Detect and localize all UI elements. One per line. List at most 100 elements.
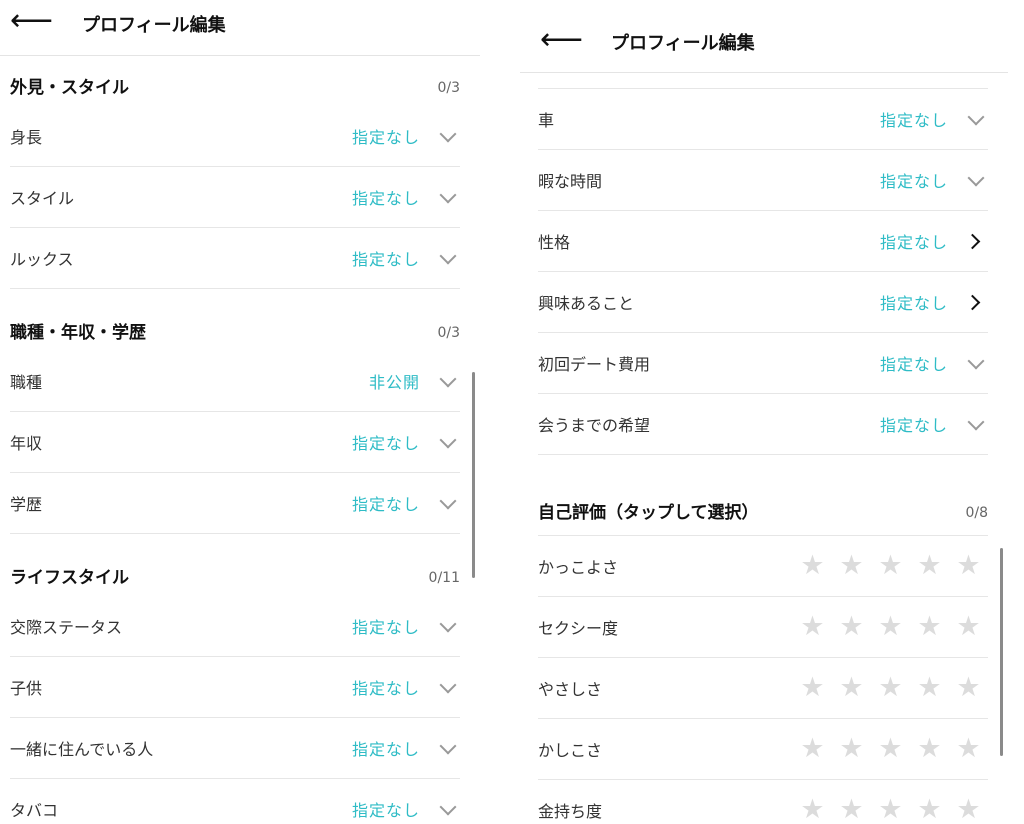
star-icon[interactable]: ★ — [871, 551, 910, 581]
profile-edit-screen-right: ⟵ プロフィール編集 車 指定なし 暇な時間 指定なし 性格 指定なし 興味ある… — [520, 0, 1008, 824]
star-icon[interactable]: ★ — [949, 673, 988, 703]
item-value: 指定なし — [879, 111, 948, 130]
item-label: 興味あること — [538, 294, 635, 313]
item-label: ルックス — [10, 250, 74, 269]
chevron-down-icon — [967, 108, 985, 126]
star-icon[interactable]: ★ — [949, 612, 988, 642]
item-label: 会うまでの希望 — [538, 416, 651, 435]
star-icon[interactable]: ★ — [949, 795, 988, 824]
section-header-lifestyle: ライフスタイル 0/11 — [0, 534, 480, 596]
section-header-career: 職種・年収・学歴 0/3 — [0, 289, 480, 351]
list-item-relationship-status[interactable]: 交際ステータス 指定なし — [10, 596, 460, 657]
section-header-self-rating: 自己評価（タップして選択） 0/8 — [520, 475, 1008, 535]
section-count: 0/3 — [437, 80, 460, 96]
star-icon[interactable]: ★ — [910, 795, 949, 824]
list-item-occupation[interactable]: 職種 非公開 — [10, 351, 460, 412]
star-icon[interactable]: ★ — [871, 734, 910, 764]
rating-row: 金持ち度 ★ ★ ★ ★ ★ — [538, 780, 988, 824]
star-icon[interactable]: ★ — [832, 673, 871, 703]
back-arrow-icon[interactable]: ⟵ — [10, 6, 53, 36]
rating-row: かっこよさ ★ ★ ★ ★ ★ — [538, 535, 988, 597]
chevron-right-icon — [964, 233, 981, 250]
item-value: 指定なし — [879, 355, 948, 374]
rating-label: やさしさ — [538, 680, 603, 699]
rating-row: やさしさ ★ ★ ★ ★ ★ — [538, 658, 988, 719]
item-value: 指定なし — [351, 801, 420, 820]
star-icon[interactable]: ★ — [910, 673, 949, 703]
scrollbar[interactable] — [472, 372, 475, 578]
rating-label: かしこさ — [538, 741, 603, 760]
list-item-looks[interactable]: ルックス 指定なし — [10, 228, 460, 289]
item-value: 指定なし — [351, 618, 420, 637]
item-value: 指定なし — [351, 740, 420, 759]
item-label: 一緒に住んでいる人 — [10, 740, 154, 759]
list-item-children[interactable]: 子供 指定なし — [10, 657, 460, 718]
item-label: 学歴 — [10, 495, 43, 514]
star-icon[interactable]: ★ — [949, 551, 988, 581]
app-header: ⟵ プロフィール編集 — [520, 0, 1008, 73]
section-title: ライフスタイル — [10, 568, 129, 588]
chevron-down-icon — [967, 352, 985, 370]
chevron-down-icon — [439, 247, 457, 265]
star-icon[interactable]: ★ — [910, 734, 949, 764]
star-icon[interactable]: ★ — [793, 795, 832, 824]
item-label: スタイル — [10, 189, 75, 208]
item-label: 身長 — [10, 128, 43, 147]
star-icon[interactable]: ★ — [871, 673, 910, 703]
item-value: 指定なし — [351, 495, 420, 514]
chevron-right-icon — [964, 294, 981, 311]
star-icon[interactable]: ★ — [832, 551, 871, 581]
list-item-cohabitants[interactable]: 一緒に住んでいる人 指定なし — [10, 718, 460, 779]
list-item-personality[interactable]: 性格 指定なし — [538, 211, 988, 272]
list-item-car[interactable]: 車 指定なし — [538, 88, 988, 150]
item-value: 指定なし — [879, 416, 948, 435]
chevron-down-icon — [967, 413, 985, 431]
section-count: 0/8 — [965, 505, 988, 521]
item-label: 初回デート費用 — [538, 355, 651, 374]
list-item-free-time[interactable]: 暇な時間 指定なし — [538, 150, 988, 211]
item-label: 子供 — [10, 679, 43, 698]
list-item-meeting-preference[interactable]: 会うまでの希望 指定なし — [538, 394, 988, 455]
star-icon[interactable]: ★ — [949, 734, 988, 764]
star-icon[interactable]: ★ — [793, 673, 832, 703]
item-value: 指定なし — [351, 250, 420, 269]
chevron-down-icon — [967, 169, 985, 187]
chevron-down-icon — [439, 737, 457, 755]
rating-label: 金持ち度 — [538, 802, 603, 821]
back-arrow-icon[interactable]: ⟵ — [540, 25, 583, 55]
star-icon[interactable]: ★ — [910, 612, 949, 642]
star-icon[interactable]: ★ — [832, 612, 871, 642]
chevron-down-icon — [439, 676, 457, 694]
star-icon[interactable]: ★ — [832, 795, 871, 824]
list-item-height[interactable]: 身長 指定なし — [10, 106, 460, 167]
star-icon[interactable]: ★ — [871, 795, 910, 824]
star-icon[interactable]: ★ — [910, 551, 949, 581]
page-title: プロフィール編集 — [82, 15, 226, 36]
profile-list: 外見・スタイル 0/3 身長 指定なし スタイル 指定なし ルックス 指定なし … — [0, 56, 480, 824]
item-label: 性格 — [538, 233, 571, 252]
rating-row: セクシー度 ★ ★ ★ ★ ★ — [538, 597, 988, 658]
list-item-smoking[interactable]: タバコ 指定なし — [10, 779, 460, 824]
item-label: 暇な時間 — [538, 172, 603, 191]
scrollbar[interactable] — [1000, 548, 1003, 756]
star-icon[interactable]: ★ — [871, 612, 910, 642]
star-rating: ★ ★ ★ ★ ★ — [793, 673, 988, 703]
list-item-income[interactable]: 年収 指定なし — [10, 412, 460, 473]
section-header-appearance: 外見・スタイル 0/3 — [0, 56, 480, 106]
star-icon[interactable]: ★ — [832, 734, 871, 764]
item-value: 指定なし — [351, 434, 420, 453]
list-item-interests[interactable]: 興味あること 指定なし — [538, 272, 988, 333]
star-icon[interactable]: ★ — [793, 612, 832, 642]
item-label: 交際ステータス — [10, 618, 123, 637]
list-item-education[interactable]: 学歴 指定なし — [10, 473, 460, 534]
star-icon[interactable]: ★ — [793, 551, 832, 581]
item-label: 車 — [538, 111, 555, 130]
item-value: 指定なし — [351, 128, 420, 147]
rating-row: かしこさ ★ ★ ★ ★ ★ — [538, 719, 988, 780]
list-item-first-date-cost[interactable]: 初回デート費用 指定なし — [538, 333, 988, 394]
list-item-style[interactable]: スタイル 指定なし — [10, 167, 460, 228]
section-count: 0/3 — [437, 325, 460, 341]
chevron-down-icon — [439, 370, 457, 388]
star-icon[interactable]: ★ — [793, 734, 832, 764]
chevron-down-icon — [439, 125, 457, 143]
